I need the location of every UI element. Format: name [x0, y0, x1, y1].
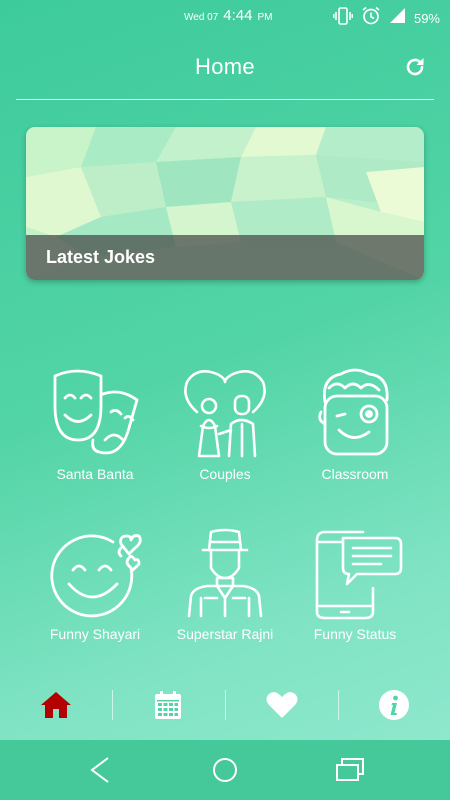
category-label: Couples: [199, 466, 251, 482]
header-divider: [16, 99, 434, 100]
signal-icon: [389, 7, 406, 29]
calendar-icon: [155, 691, 181, 719]
category-label: Classroom: [321, 466, 389, 482]
tab-separator: [112, 690, 113, 720]
banner-label: Latest Jokes: [46, 247, 156, 267]
page-title: Home: [195, 54, 255, 79]
category-santa-banta[interactable]: Santa Banta: [20, 368, 170, 498]
heart-icon: [266, 692, 298, 718]
tab-separator: [338, 690, 339, 720]
man-with-hat-icon: [187, 528, 263, 618]
category-funny-status[interactable]: Funny Status: [280, 528, 430, 658]
tab-favorites[interactable]: [242, 680, 322, 730]
category-superstar-rajni[interactable]: Superstar Rajni: [150, 528, 300, 658]
category-label: Funny Status: [313, 626, 397, 642]
nav-home-button[interactable]: [205, 752, 245, 788]
banner-label-bar: Latest Jokes: [26, 235, 424, 280]
nav-back-button[interactable]: [80, 752, 120, 788]
home-icon: [41, 692, 71, 718]
nav-recents-button[interactable]: [330, 752, 370, 788]
category-label: Superstar Rajni: [176, 626, 274, 642]
category-funny-shayari[interactable]: Funny Shayari: [20, 528, 170, 658]
tab-info[interactable]: [354, 680, 434, 730]
smiley-heart-icon: [50, 534, 142, 618]
system-nav-bar: [0, 740, 450, 800]
recents-icon: [336, 758, 364, 781]
refresh-icon: [406, 58, 424, 76]
status-bar: Wed 07 4:44 PM 59%: [0, 0, 450, 32]
category-couples[interactable]: Couples: [150, 368, 300, 498]
category-label: Funny Shayari: [49, 626, 141, 642]
status-clock: Wed 07 4:44 PM: [184, 7, 273, 24]
battery-level: 59%: [413, 10, 440, 26]
info-icon: [379, 690, 409, 720]
vibrate-icon: [333, 6, 353, 30]
latest-jokes-banner[interactable]: Latest Jokes: [26, 127, 424, 280]
status-date: Wed 07: [184, 12, 219, 23]
circle-home-icon: [213, 758, 237, 782]
tab-separator: [225, 690, 226, 720]
couple-heart-icon: [184, 370, 266, 458]
tab-home[interactable]: [16, 680, 96, 730]
tab-calendar[interactable]: [128, 680, 208, 730]
winking-face-icon: [318, 368, 389, 456]
bottom-tab-bar: [0, 680, 450, 730]
category-classroom[interactable]: Classroom: [280, 368, 430, 498]
alarm-icon: [361, 6, 381, 30]
status-ampm: PM: [257, 12, 273, 23]
app-header: Home: [0, 42, 450, 92]
back-icon: [90, 757, 109, 783]
status-icons: 59%: [333, 6, 440, 30]
category-label: Santa Banta: [56, 466, 134, 482]
phone-message-icon: [315, 530, 403, 620]
theater-masks-icon: [53, 369, 139, 455]
refresh-button[interactable]: [402, 54, 428, 80]
status-time: 4:44: [223, 7, 253, 24]
